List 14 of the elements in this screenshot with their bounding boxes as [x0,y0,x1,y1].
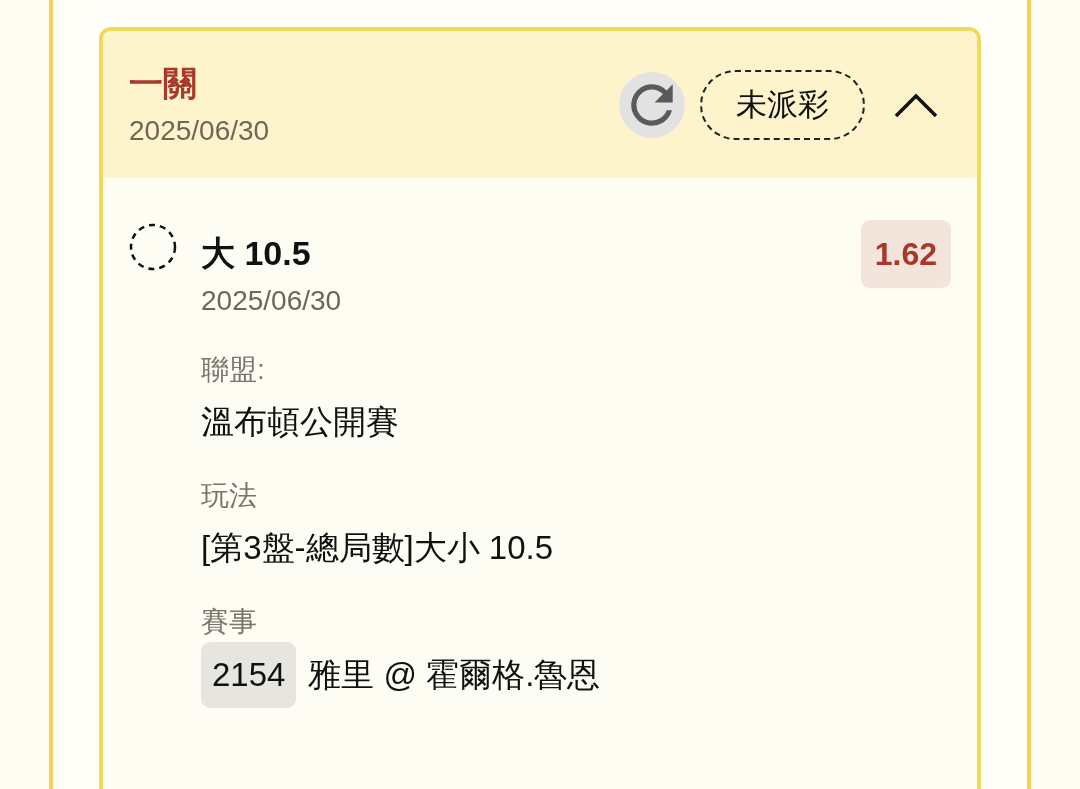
match-teams: 雅里 @ 霍爾格.魯恩 [308,654,601,695]
detail-value: 溫布頓公開賽 [201,402,400,442]
match-number-tag: 2154 [201,642,297,708]
detail-label: 玩法 [201,479,258,513]
odds-tag: 1.62 [860,220,951,288]
bet-date: 2025/06/30 [129,113,270,148]
bet-type-title: 一關 [129,62,198,104]
refresh-icon [630,82,674,127]
selection-date: 2025/06/30 [201,284,343,318]
selection-pick: 大 10.5 [201,233,312,274]
status-tag: 未派彩 [700,69,865,140]
detail-value: [第3盤-總局數]大小 10.5 [201,528,555,568]
detail-label: 聯盟: [201,353,266,387]
detail-label: 賽事 [201,605,258,639]
